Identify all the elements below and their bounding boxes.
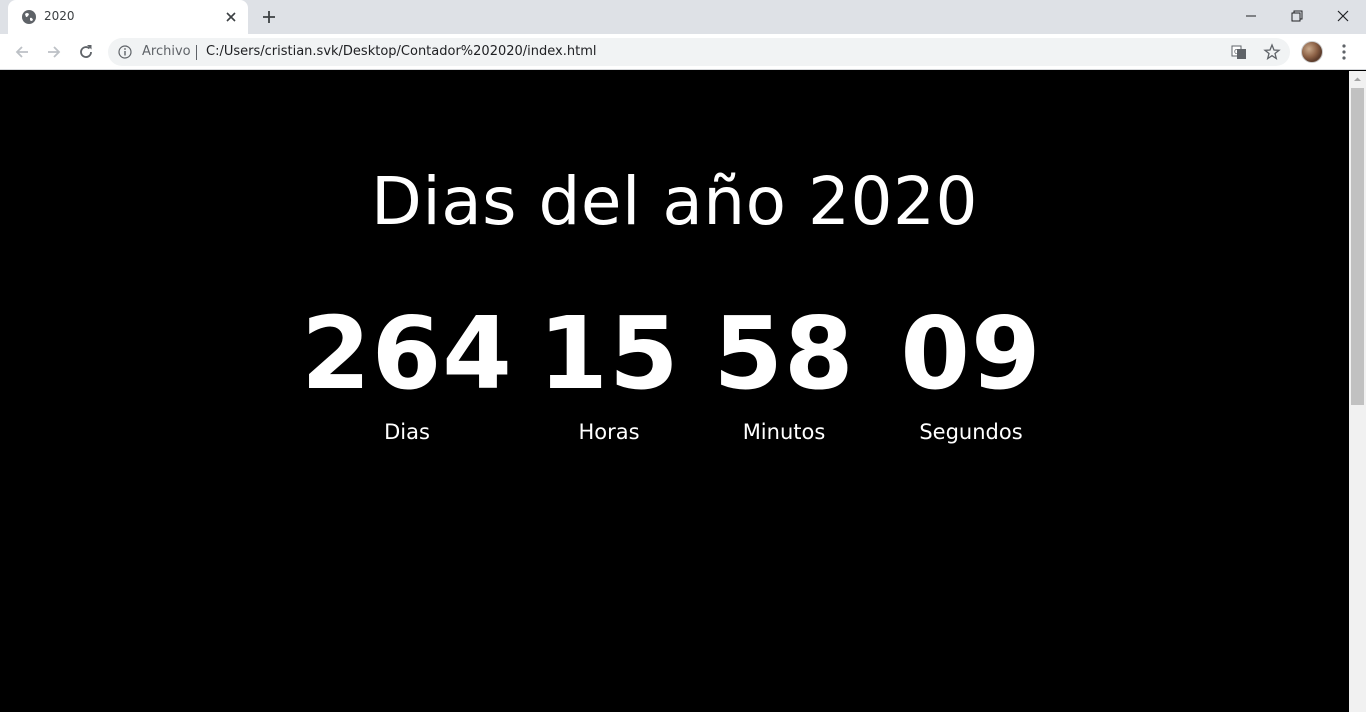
tab-title: 2020 [44,9,75,23]
translate-icon[interactable]: G [1231,44,1247,60]
seconds-value: 09 [900,295,1042,412]
tab-active[interactable]: 2020 [8,0,248,34]
url-text[interactable]: C:/Users/cristian.svk/Desktop/Contador%2… [206,44,596,59]
info-icon[interactable] [118,45,132,59]
countdown-seconds: 09 Segundos [861,295,1081,445]
browser-toolbar: Archivo C:/Users/cristian.svk/Desktop/Co… [0,34,1366,70]
scroll-up-arrow-icon[interactable] [1353,75,1362,84]
forward-arrow-icon[interactable] [44,42,64,62]
page-title: Dias del año 2020 [371,163,978,240]
days-value: 264 [301,295,513,412]
page-viewport: Dias del año 2020 264 Dias 15 Horas 58 M… [0,71,1349,712]
countdown-days: 264 Dias [297,295,517,445]
minimize-icon[interactable] [1241,6,1261,26]
profile-avatar[interactable] [1301,41,1323,63]
globe-icon [22,10,36,24]
tab-strip: 2020 [0,0,1366,34]
seconds-label: Segundos [919,420,1023,444]
back-arrow-icon[interactable] [12,42,32,62]
svg-text:G: G [1234,48,1239,56]
scrollbar-thumb[interactable] [1351,88,1364,405]
reload-icon[interactable] [76,42,96,62]
new-tab-icon[interactable] [260,8,278,26]
days-label: Dias [384,420,430,444]
omnibox-separator [196,45,197,60]
more-vertical-icon[interactable] [1336,42,1352,62]
vertical-scrollbar[interactable] [1349,71,1366,712]
address-bar[interactable]: Archivo C:/Users/cristian.svk/Desktop/Co… [108,38,1290,66]
close-window-icon[interactable] [1333,6,1353,26]
close-tab-icon[interactable] [224,10,238,24]
bookmark-star-icon[interactable] [1263,43,1281,61]
file-scheme-label: Archivo [142,44,191,59]
restore-icon[interactable] [1287,6,1307,26]
